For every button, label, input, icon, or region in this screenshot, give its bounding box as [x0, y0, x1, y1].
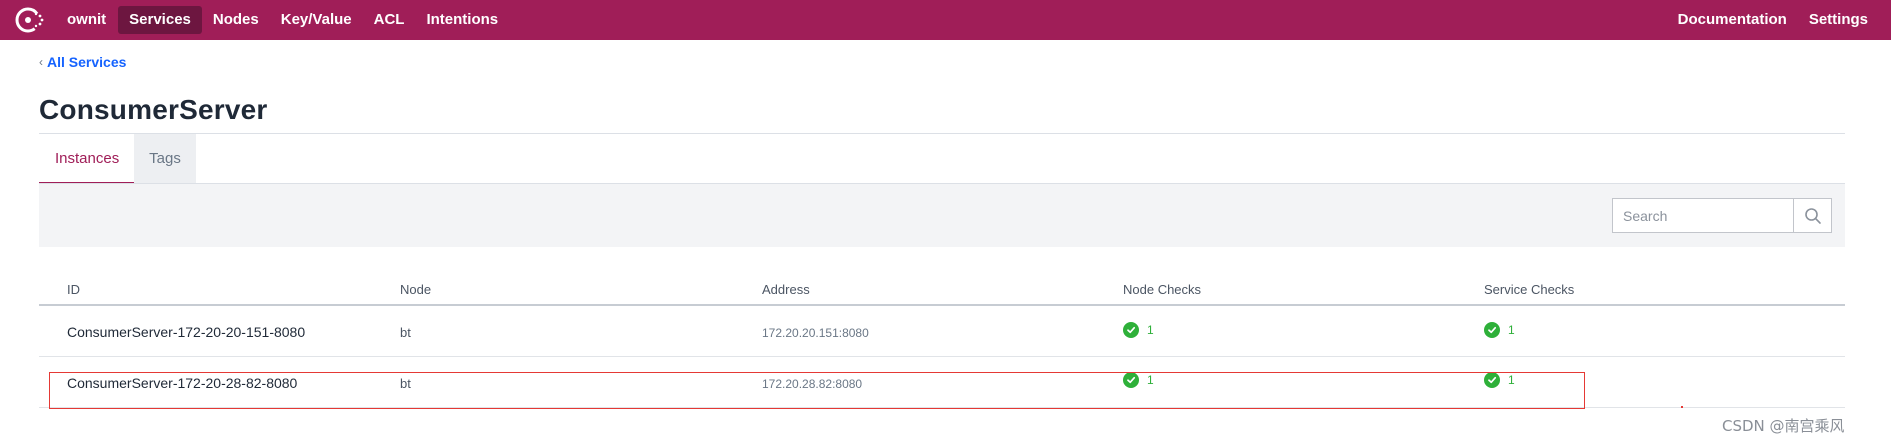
nav-services[interactable]: Services	[118, 6, 202, 34]
nav-right: Documentation Settings	[1667, 0, 1891, 40]
check-passing-icon	[1123, 372, 1139, 388]
watermark: CSDN @南宫乘风	[1722, 417, 1845, 435]
column-header-node-checks[interactable]: Node Checks	[1123, 282, 1201, 297]
row-divider	[39, 356, 1845, 357]
column-header-address[interactable]: Address	[762, 282, 810, 297]
tab-tags[interactable]: Tags	[134, 134, 196, 184]
consul-logo-icon[interactable]	[14, 4, 46, 36]
row-1-service-checks-count: 1	[1508, 323, 1515, 337]
row-2-id-link[interactable]: ConsumerServer-172-20-28-82-8080	[67, 375, 297, 391]
top-nav: ownit Services Nodes Key/Value ACL Inten…	[0, 0, 1891, 40]
nav-acl[interactable]: ACL	[363, 6, 416, 34]
page-title: ConsumerServer	[39, 94, 268, 125]
search-box	[1612, 198, 1832, 233]
tab-bar: Instances Tags	[39, 134, 196, 184]
nav-nodes[interactable]: Nodes	[202, 6, 270, 34]
search-input[interactable]	[1612, 198, 1793, 233]
filter-bar	[39, 184, 1845, 247]
row-1-address: 172.20.20.151:8080	[762, 326, 869, 340]
row-2-service-checks[interactable]: 1	[1484, 372, 1515, 388]
table-header-divider	[39, 304, 1845, 306]
nav-key-value[interactable]: Key/Value	[270, 6, 363, 34]
row-divider	[39, 407, 1845, 408]
breadcrumb-label: All Services	[47, 54, 127, 70]
row-2-node-checks[interactable]: 1	[1123, 372, 1154, 388]
search-button[interactable]	[1793, 198, 1832, 233]
column-header-service-checks[interactable]: Service Checks	[1484, 282, 1574, 297]
row-2-node-checks-count: 1	[1147, 373, 1154, 387]
row-1-service-checks[interactable]: 1	[1484, 322, 1515, 338]
nav-documentation[interactable]: Documentation	[1667, 6, 1798, 34]
tab-instances[interactable]: Instances	[39, 134, 134, 184]
row-1-id-link[interactable]: ConsumerServer-172-20-20-151-8080	[67, 324, 305, 340]
row-1-node[interactable]: bt	[400, 325, 411, 340]
nav-settings[interactable]: Settings	[1798, 6, 1879, 34]
check-passing-icon	[1123, 322, 1139, 338]
row-1-node-checks[interactable]: 1	[1123, 322, 1154, 338]
nav-intentions[interactable]: Intentions	[415, 6, 509, 34]
row-2-address: 172.20.28.82:8080	[762, 377, 863, 391]
check-passing-icon	[1484, 372, 1500, 388]
nav-left: ownit Services Nodes Key/Value ACL Inten…	[55, 0, 509, 40]
check-passing-icon	[1484, 322, 1500, 338]
row-2-service-checks-count: 1	[1508, 373, 1515, 387]
title-divider	[39, 133, 1845, 134]
annotation-mark	[1681, 406, 1683, 408]
column-header-id[interactable]: ID	[67, 282, 80, 297]
search-icon	[1804, 207, 1821, 224]
datacenter-selector[interactable]: ownit	[55, 6, 118, 34]
row-1-node-checks-count: 1	[1147, 323, 1154, 337]
chevron-left-icon: ‹	[39, 55, 43, 69]
row-2-node[interactable]: bt	[400, 376, 411, 391]
column-header-node[interactable]: Node	[400, 282, 431, 297]
breadcrumb-all-services[interactable]: ‹ All Services	[39, 54, 126, 70]
